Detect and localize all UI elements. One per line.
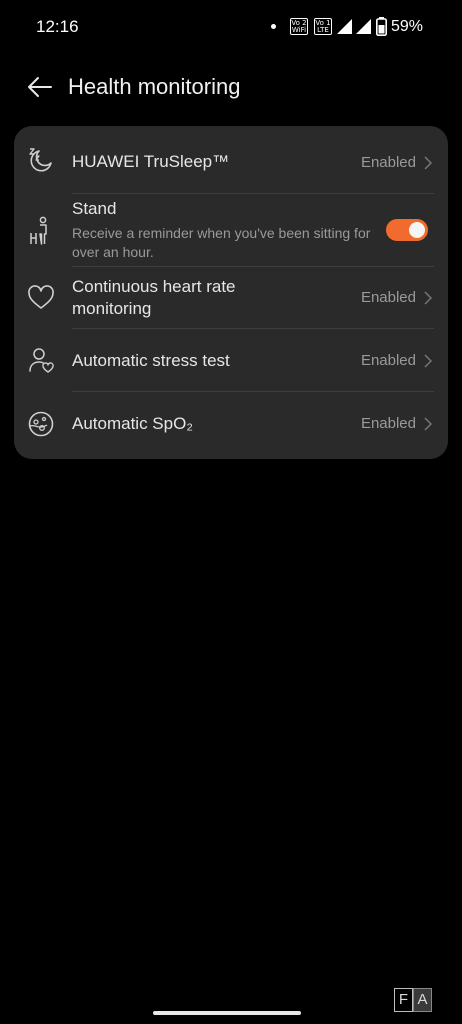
- health-settings-card: HUAWEI TruSleep™ Enabled Stand Receive a…: [14, 126, 448, 459]
- sim1-volte-icon: Vo 2 WiFi: [290, 18, 308, 35]
- spo2-icon: [26, 409, 56, 439]
- heart-rate-title: Continuous heart rate monitoring: [72, 277, 236, 318]
- watermark-logo: F A: [394, 988, 432, 1014]
- stress-person-heart-icon: [26, 345, 56, 375]
- list-item-stand: Stand Receive a reminder when you've bee…: [14, 194, 448, 265]
- status-bar: 12:16 Vo 2 WiFi Vo 1 LTE 59%: [0, 0, 462, 54]
- spo2-title: Automatic SpO₂: [72, 414, 193, 433]
- app-header: Health monitoring: [0, 60, 462, 114]
- signal-icon-2: [356, 19, 371, 34]
- status-time: 12:16: [36, 17, 79, 36]
- spo2-status: Enabled: [360, 415, 416, 432]
- page-title: Health monitoring: [68, 74, 241, 99]
- list-item-trusleep[interactable]: HUAWEI TruSleep™ Enabled: [14, 126, 448, 192]
- stand-person-icon: [26, 216, 56, 246]
- trusleep-title: HUAWEI TruSleep™: [72, 152, 230, 171]
- heart-rate-status: Enabled: [360, 289, 416, 306]
- signal-icon: [337, 19, 352, 34]
- chevron-right-icon: [424, 354, 432, 368]
- list-item-heart-rate[interactable]: Continuous heart rate monitoring Enabled: [14, 267, 448, 328]
- back-arrow-icon: [28, 77, 52, 97]
- trusleep-status: Enabled: [360, 154, 416, 171]
- stress-test-status: Enabled: [360, 352, 416, 369]
- stand-description: Receive a reminder when you've been sitt…: [72, 225, 371, 260]
- sleep-moon-icon: [26, 145, 56, 175]
- home-indicator[interactable]: [153, 1011, 301, 1015]
- sim2-volte-icon: Vo 1 LTE: [314, 18, 332, 35]
- battery-percent: 59%: [391, 18, 424, 35]
- stand-toggle[interactable]: [386, 219, 428, 241]
- battery-icon: [376, 17, 387, 36]
- list-item-stress-test[interactable]: Automatic stress test Enabled: [14, 329, 448, 391]
- chevron-right-icon: [424, 291, 432, 305]
- stress-test-title: Automatic stress test: [72, 351, 230, 370]
- chevron-right-icon: [424, 417, 432, 431]
- notification-dot-icon: [271, 24, 276, 29]
- toggle-knob: [409, 222, 425, 238]
- list-item-spo2[interactable]: Automatic SpO₂ Enabled: [14, 392, 448, 458]
- chevron-right-icon: [424, 156, 432, 170]
- heart-icon: [26, 283, 56, 313]
- stand-title: Stand: [72, 199, 117, 218]
- back-button[interactable]: [22, 70, 58, 104]
